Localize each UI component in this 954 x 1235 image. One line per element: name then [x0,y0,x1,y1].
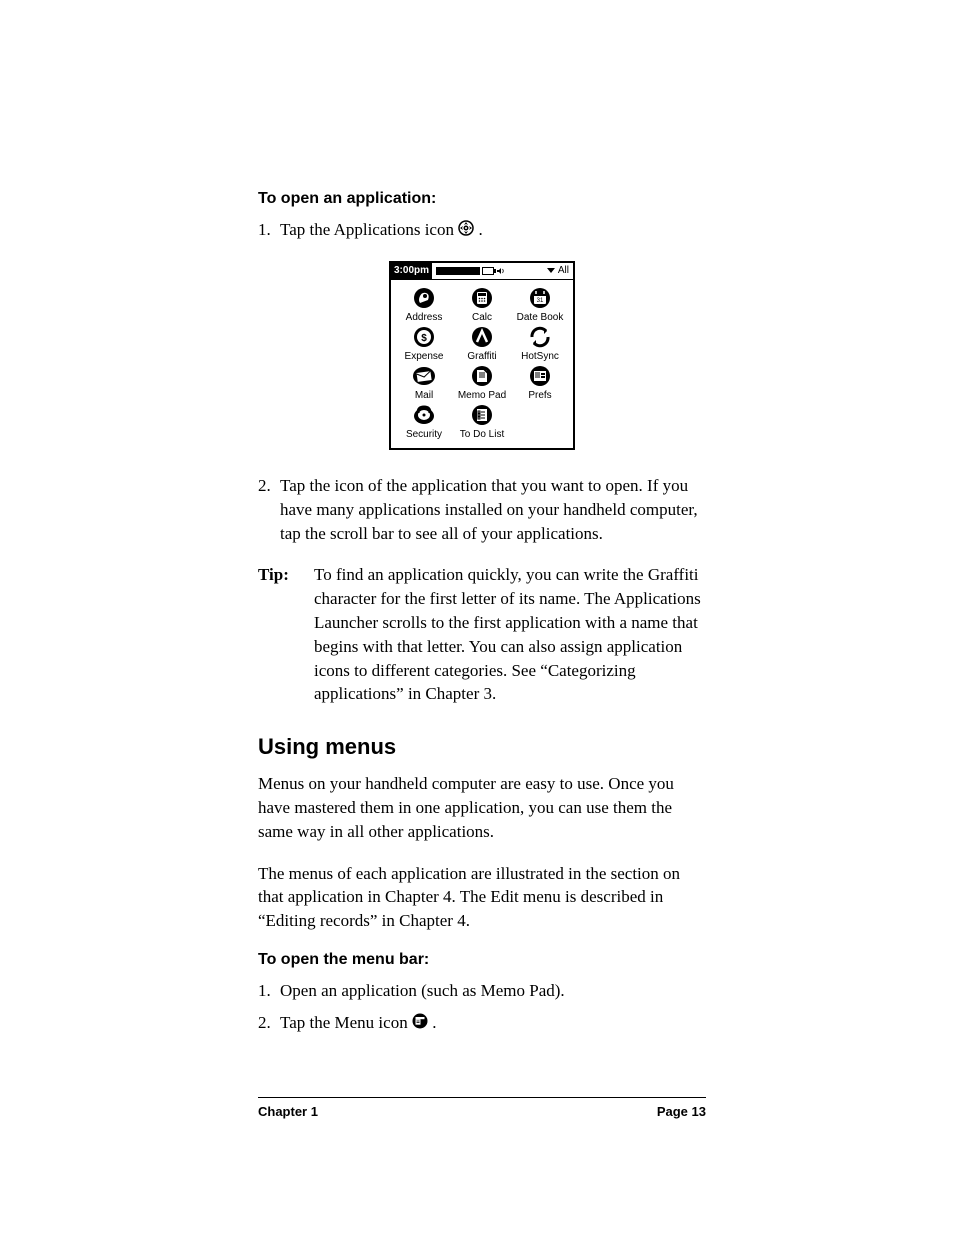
open-menu-step-2: 2. Tap the Menu icon . [258,1011,706,1036]
app-label: To Do List [460,429,504,440]
app-label: Address [406,312,443,323]
svg-text:$: $ [421,333,427,344]
app-label: Graffiti [467,351,496,362]
footer-page-number: Page 13 [657,1104,706,1119]
hotsync-icon [528,325,552,349]
app-memopad[interactable]: Memo Pad [453,364,511,401]
menus-para-2: The menus of each application are illust… [258,862,706,933]
todolist-icon [470,403,494,427]
security-icon [412,403,436,427]
step-text-part-a: Tap the Menu icon [280,1013,412,1032]
using-menus-heading: Using menus [258,734,706,760]
step-text: Tap the Menu icon . [280,1011,706,1036]
footer-chapter: Chapter 1 [258,1104,318,1119]
datebook-icon: 31 [528,286,552,310]
app-grid: Address Calc 31 Date Book $ Expense Graf… [391,280,573,448]
address-icon [412,286,436,310]
page-footer: Chapter 1 Page 13 [258,1097,706,1119]
memopad-icon [470,364,494,388]
menu-icon [412,1012,428,1036]
category-picker[interactable]: All [547,265,573,276]
step-text-part-a: Tap the Applications icon [280,220,458,239]
app-label: Calc [472,312,492,323]
palm-clock[interactable]: 3:00pm [391,263,432,279]
app-datebook[interactable]: 31 Date Book [511,286,569,323]
applications-icon [458,219,474,243]
calc-icon [470,286,494,310]
app-mail[interactable]: Mail [395,364,453,401]
palm-titlebar: 3:00pm All [391,263,573,280]
app-label: Mail [415,390,433,401]
open-menu-step-1: 1. Open an application (such as Memo Pad… [258,979,706,1003]
app-address[interactable]: Address [395,286,453,323]
step-number: 1. [258,979,280,1003]
prefs-icon [528,364,552,388]
step-text: Open an application (such as Memo Pad). [280,979,706,1003]
battery-outline [482,267,494,275]
step-number: 1. [258,218,280,243]
category-label: All [558,265,569,276]
app-label: Security [406,429,442,440]
step-number: 2. [258,1011,280,1036]
app-hotsync[interactable]: HotSync [511,325,569,362]
svg-text:31: 31 [537,298,544,304]
open-app-heading: To open an application: [258,190,706,208]
open-app-step-2: 2. Tap the icon of the application that … [258,474,706,545]
palm-launcher-figure: 3:00pm All Address Calc [258,261,706,450]
manual-page: To open an application: 1. Tap the Appli… [0,0,954,1235]
app-label: HotSync [521,351,559,362]
graffiti-icon [470,325,494,349]
open-menu-bar-heading: To open the menu bar: [258,951,706,969]
footer-rule [258,1097,706,1098]
battery-indicator [432,266,547,276]
app-graffiti[interactable]: Graffiti [453,325,511,362]
step-number: 2. [258,474,280,545]
chevron-down-icon [547,268,555,273]
expense-icon: $ [412,325,436,349]
app-prefs[interactable]: Prefs [511,364,569,401]
app-label: Date Book [517,312,564,323]
open-app-step-1: 1. Tap the Applications icon . [258,218,706,243]
battery-fill [436,267,480,275]
app-label: Expense [405,351,444,362]
app-label: Memo Pad [458,390,506,401]
tip-block: Tip: To find an application quickly, you… [258,563,706,706]
app-calc[interactable]: Calc [453,286,511,323]
menus-para-1: Menus on your handheld computer are easy… [258,772,706,843]
palm-screen: 3:00pm All Address Calc [389,261,575,450]
step-text-part-b: . [478,220,482,239]
step-text-part-b: . [432,1013,436,1032]
step-text: Tap the icon of the application that you… [280,474,706,545]
app-expense[interactable]: $ Expense [395,325,453,362]
tip-text: To find an application quickly, you can … [314,563,706,706]
app-label: Prefs [528,390,551,401]
step-text: Tap the Applications icon . [280,218,706,243]
app-todolist[interactable]: To Do List [453,403,511,440]
tip-label: Tip: [258,563,314,706]
mail-icon [412,364,436,388]
app-security[interactable]: Security [395,403,453,440]
speaker-icon [496,266,506,276]
